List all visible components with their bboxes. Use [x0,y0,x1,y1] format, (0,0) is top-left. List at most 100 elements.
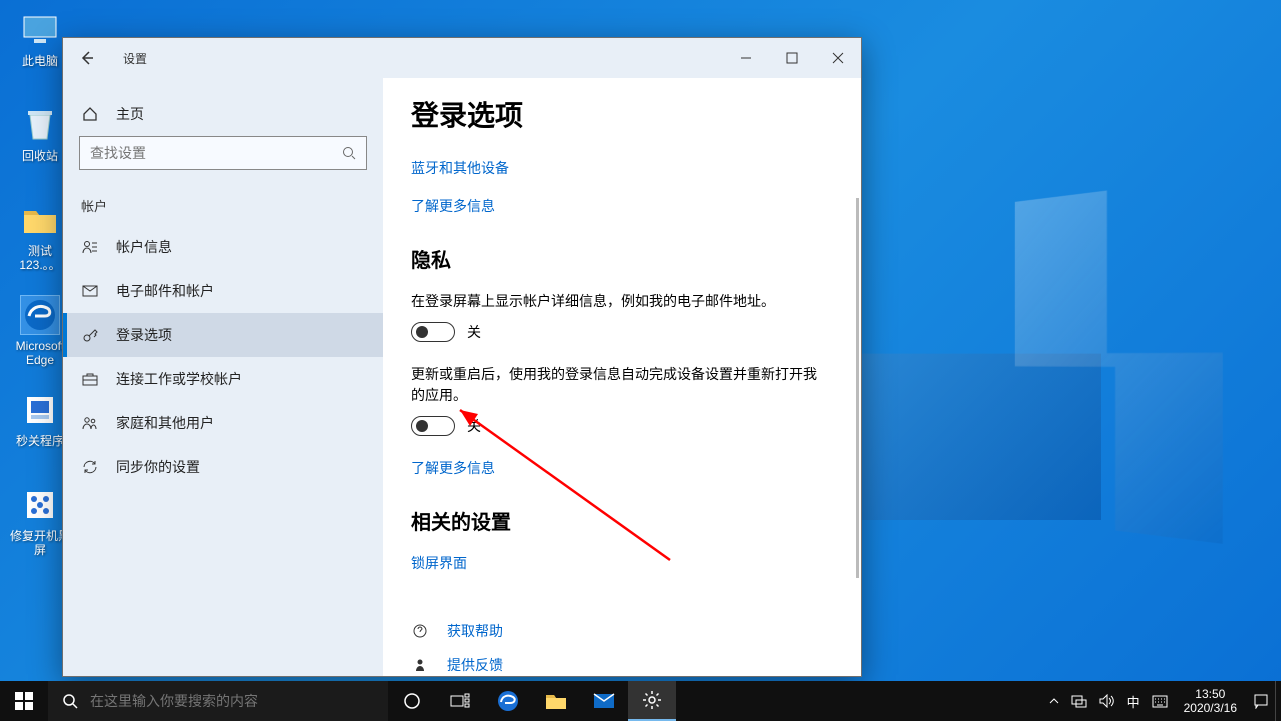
desktop-icons: 此电脑 回收站 测试123.。。 Microsoft Edge 秒关程序 修复开… [10,10,70,580]
page-heading: 登录选项 [411,94,821,134]
sidebar-item-email[interactable]: 电子邮件和帐户 [63,269,383,313]
search-box[interactable] [79,136,367,170]
privacy-desc-2: 更新或重启后，使用我的登录信息自动完成设备设置并重新打开我的应用。 [411,364,821,406]
desktop-icon-label: 修复开机黑屏 [10,529,70,558]
maximize-button[interactable] [769,38,815,78]
tray-network[interactable] [1065,681,1093,721]
system-tray: 中 13:50 2020/3/16 [1043,681,1281,721]
tray-ime-keyboard[interactable] [1146,681,1174,721]
desktop-icon-this-pc[interactable]: 此电脑 [10,10,70,85]
app-icon [20,485,60,525]
home-icon [81,105,99,123]
window-title: 设置 [123,50,723,67]
link-feedback[interactable]: 提供反馈 [447,655,503,675]
heading-related: 相关的设置 [411,506,821,535]
minimize-icon [740,52,752,64]
close-button[interactable] [815,38,861,78]
taskbar-settings[interactable] [628,681,676,721]
clock-date: 2020/3/16 [1184,701,1237,715]
tray-ime[interactable]: 中 [1121,681,1146,721]
show-desktop[interactable] [1275,681,1281,721]
key-icon [81,326,99,344]
notification-icon [1253,693,1269,709]
privacy-desc-1: 在登录屏幕上显示帐户详细信息，例如我的电子邮件地址。 [411,291,821,312]
window-controls [723,38,861,78]
toggle-label: 关 [467,322,481,342]
network-icon [1071,694,1087,708]
folder-icon [20,200,60,240]
people-icon [81,414,99,432]
link-bluetooth[interactable]: 蓝牙和其他设备 [411,158,821,178]
sidebar-item-sync[interactable]: 同步你的设置 [63,445,383,489]
sidebar-item-account-info[interactable]: 帐户信息 [63,225,383,269]
desktop-icon-label: Microsoft Edge [10,339,70,368]
titlebar: 设置 [63,38,861,78]
sidebar-item-family[interactable]: 家庭和其他用户 [63,401,383,445]
taskbar-search[interactable] [48,681,388,721]
sidebar: 主页 帐户 帐户信息 电子邮件和帐户 登录选项 连接工作或学校帐户 [63,78,383,676]
keyboard-icon [1152,695,1168,708]
tray-volume[interactable] [1093,681,1121,721]
help-icon [411,622,429,640]
sync-icon [81,458,99,476]
task-view-icon [450,693,470,709]
link-lock-screen[interactable]: 锁屏界面 [411,553,821,573]
toggle-show-account-details[interactable] [411,322,455,342]
pc-icon [20,10,60,50]
heading-privacy: 隐私 [411,244,821,273]
sidebar-item-label: 同步你的设置 [116,457,200,477]
desktop-icon-app1[interactable]: 秒关程序 [10,390,70,465]
volume-icon [1099,694,1115,708]
sidebar-home[interactable]: 主页 [63,92,383,136]
feedback-icon [411,656,429,674]
sidebar-home-label: 主页 [116,104,144,124]
toggle-label: 关 [467,416,481,436]
taskbar-edge[interactable] [484,681,532,721]
search-icon [62,693,78,709]
desktop-icon-label: 回收站 [22,149,58,163]
taskbar-search-input[interactable] [90,693,374,709]
taskbar: 中 13:50 2020/3/16 [0,681,1281,721]
tray-notifications[interactable] [1247,681,1275,721]
minimize-button[interactable] [723,38,769,78]
briefcase-icon [81,370,99,388]
search-input[interactable] [90,145,342,161]
cortana-button[interactable] [388,681,436,721]
task-view-button[interactable] [436,681,484,721]
tray-clock[interactable]: 13:50 2020/3/16 [1174,687,1247,716]
arrow-left-icon [79,50,95,66]
clock-time: 13:50 [1195,687,1225,701]
gear-icon [642,690,662,710]
start-button[interactable] [0,681,48,721]
sidebar-item-signin-options[interactable]: 登录选项 [63,313,383,357]
link-learn-more-1[interactable]: 了解更多信息 [411,196,821,216]
desktop-icon-edge[interactable]: Microsoft Edge [10,295,70,370]
scrollbar[interactable] [856,198,859,578]
maximize-icon [786,52,798,64]
back-button[interactable] [63,38,111,78]
taskbar-mail[interactable] [580,681,628,721]
content-area: 登录选项 蓝牙和其他设备 了解更多信息 隐私 在登录屏幕上显示帐户详细信息，例如… [383,78,861,676]
sidebar-item-label: 连接工作或学校帐户 [116,369,242,389]
desktop-icon-app2[interactable]: 修复开机黑屏 [10,485,70,560]
toggle-use-signin-info[interactable] [411,416,455,436]
chevron-up-icon [1049,697,1059,705]
desktop-icon-folder[interactable]: 测试123.。。 [10,200,70,275]
edge-icon [497,690,519,712]
sidebar-item-work-school[interactable]: 连接工作或学校帐户 [63,357,383,401]
link-learn-more-2[interactable]: 了解更多信息 [411,458,821,478]
desktop-icon-recycle-bin[interactable]: 回收站 [10,105,70,180]
windows-icon [15,692,33,710]
cortana-icon [403,692,421,710]
mail-icon [593,693,615,709]
account-info-icon [81,238,99,256]
sidebar-item-label: 帐户信息 [116,237,172,257]
taskbar-explorer[interactable] [532,681,580,721]
edge-icon [20,295,60,335]
tray-chevron[interactable] [1043,681,1065,721]
sidebar-item-label: 家庭和其他用户 [116,413,214,433]
settings-window: 设置 主页 帐户 帐户信息 电子邮件和帐户 [62,37,862,677]
desktop-icon-label: 此电脑 [22,54,58,68]
app-icon [20,390,60,430]
link-get-help[interactable]: 获取帮助 [447,621,503,641]
